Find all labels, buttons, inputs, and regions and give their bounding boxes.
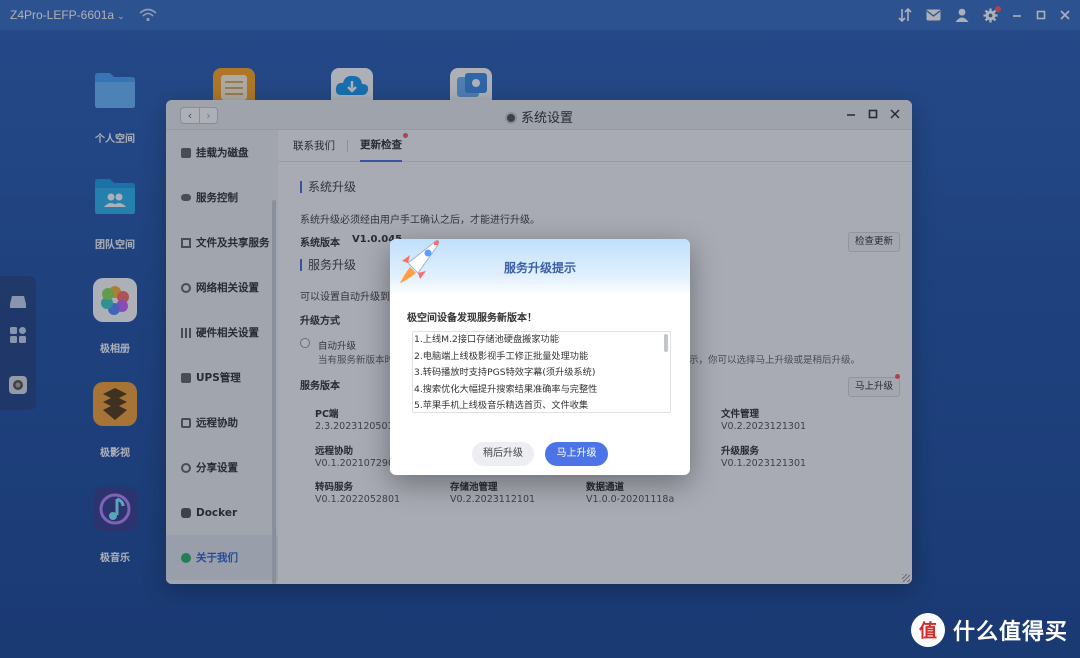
release-note: 1.上线M.2接口存储池硬盘搬家功能 [414, 334, 559, 345]
upgrade-now-dialog-button[interactable]: 马上升级 [545, 442, 608, 466]
dialog-title: 服务升级提示 [503, 261, 576, 275]
release-note: 4.搜索优化大幅提升搜索结果准确率与完整性 [414, 383, 598, 395]
notes-scrollbar[interactable] [664, 334, 668, 352]
upgrade-later-button[interactable]: 稍后升级 [472, 442, 534, 466]
dialog-header: 服务升级提示 [390, 239, 690, 295]
watermark-text: 什么值得买 [952, 620, 1068, 645]
watermark-logo-text: 值 [918, 621, 937, 642]
watermark: 值 什么值得买 [910, 613, 1068, 647]
dialog-message: 极空间设备发现服务新版本！ [407, 313, 537, 324]
service-upgrade-dialog: 服务升级提示 极空间设备发现服务新版本！ 1.上线M.2接口存储池硬盘搬家功能 … [390, 239, 690, 475]
release-notes-list[interactable]: 1.上线M.2接口存储池硬盘搬家功能 2.电脑端上线极影视手工修正批量处理功能 … [412, 331, 671, 413]
watermark-logo: 值 [910, 613, 945, 647]
release-note: 3.转码播放时支持PGS特效字幕(须升级系统) [414, 367, 596, 378]
release-note: 2.电脑端上线极影视手工修正批量处理功能 [414, 350, 589, 362]
release-note: 5.苹果手机上线极音乐精选首页、文件收集 [414, 400, 589, 411]
